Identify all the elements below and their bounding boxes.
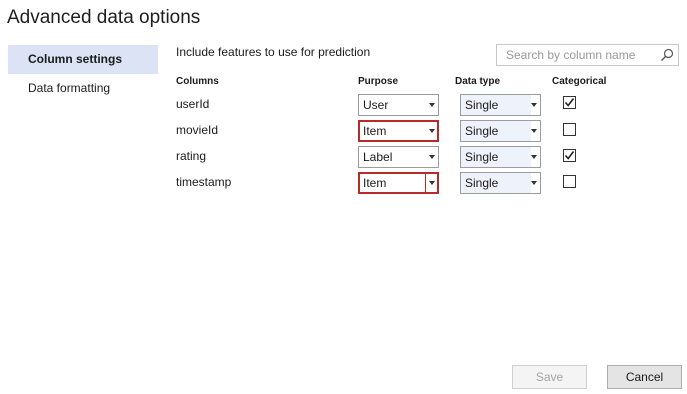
search-input[interactable] <box>506 48 651 62</box>
datatype-dropdown-rating[interactable]: Single <box>460 146 541 168</box>
datatype-value: Single <box>465 124 499 138</box>
column-name-movieid: movieId <box>176 123 219 137</box>
header-columns: Columns <box>176 76 219 87</box>
purpose-value: User <box>363 98 389 112</box>
datatype-value: Single <box>465 98 499 112</box>
cancel-button[interactable]: Cancel <box>607 365 682 389</box>
header-categorical: Categorical <box>552 76 607 87</box>
header-purpose: Purpose <box>358 76 399 87</box>
column-name-userid: userId <box>176 97 210 111</box>
window-title: Advanced data options <box>7 7 201 28</box>
purpose-dropdown-userid[interactable]: User <box>358 94 439 116</box>
categorical-checkbox-userid[interactable] <box>563 96 576 109</box>
search-icon[interactable] <box>660 48 674 62</box>
dropdown-arrow-icon <box>531 129 537 133</box>
save-button[interactable]: Save <box>512 365 587 389</box>
dropdown-arrow-icon <box>429 129 435 133</box>
purpose-value: Item <box>363 176 387 190</box>
purpose-dropdown-rating[interactable]: Label <box>358 146 439 168</box>
checkmark-icon <box>564 151 575 160</box>
datatype-value: Single <box>465 176 499 190</box>
purpose-value: Item <box>363 124 387 138</box>
dropdown-arrow-icon <box>429 155 435 159</box>
categorical-checkbox-movieid[interactable] <box>563 123 576 136</box>
categorical-checkbox-rating[interactable] <box>563 149 576 162</box>
dropdown-arrow-icon <box>531 181 537 185</box>
datatype-dropdown-movieid[interactable]: Single <box>460 120 541 142</box>
dropdown-arrow-icon <box>429 181 435 185</box>
purpose-dropdown-timestamp[interactable]: Item <box>358 172 439 194</box>
dropdown-arrow-icon <box>531 103 537 107</box>
datatype-dropdown-userid[interactable]: Single <box>460 94 541 116</box>
sidebar-item-column-settings[interactable]: Column settings <box>8 45 158 74</box>
include-features-label: Include features to use for prediction <box>176 45 371 59</box>
search-box[interactable] <box>496 44 679 66</box>
column-name-rating: rating <box>176 149 207 163</box>
dropdown-arrow-icon <box>531 155 537 159</box>
sidebar-item-data-formatting[interactable]: Data formatting <box>8 74 158 103</box>
dropdown-arrow-icon <box>429 103 435 107</box>
categorical-checkbox-timestamp[interactable] <box>563 175 576 188</box>
datatype-value: Single <box>465 150 499 164</box>
checkmark-icon <box>564 98 575 107</box>
purpose-dropdown-movieid[interactable]: Item <box>358 120 439 142</box>
datatype-dropdown-timestamp[interactable]: Single <box>460 172 541 194</box>
purpose-value: Label <box>363 150 393 164</box>
column-name-timestamp: timestamp <box>176 175 232 189</box>
header-data-type: Data type <box>455 76 501 87</box>
